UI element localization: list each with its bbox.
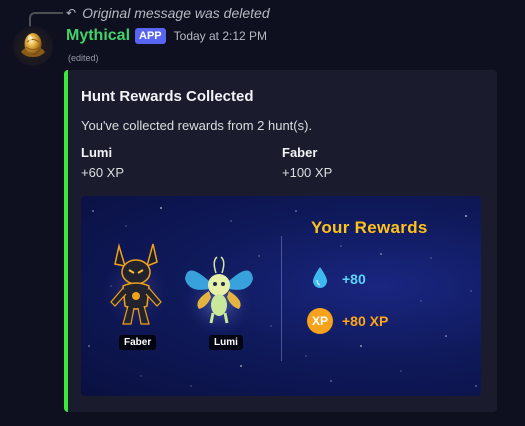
discord-message: ↶ Original message was deleted Mythical …: [0, 0, 525, 426]
message-header: Mythical APP Today at 2:12 PM: [66, 26, 267, 46]
reward-value: +80 XP: [342, 313, 389, 329]
reply-arrow-icon: ↶: [66, 6, 77, 20]
faber-creature-icon: [102, 243, 170, 328]
embed-title: Hunt Rewards Collected: [81, 88, 254, 105]
embed-description: You've collected rewards from 2 hunt(s).: [81, 118, 313, 133]
creature-label: Lumi: [209, 335, 243, 350]
reply-reference[interactable]: ↶ Original message was deleted: [66, 4, 270, 22]
edited-indicator: (edited): [68, 53, 99, 63]
field-name: Lumi: [81, 145, 113, 160]
creature-label: Faber: [119, 335, 157, 350]
reward-value: +80: [342, 271, 366, 287]
field-name: Faber: [282, 145, 318, 160]
embed-field: Lumi +60 XP: [81, 145, 124, 180]
username[interactable]: Mythical: [66, 27, 130, 45]
timestamp[interactable]: Today at 2:12 PM: [174, 29, 267, 43]
app-badge: APP: [135, 28, 166, 44]
image-divider: [281, 236, 282, 361]
reward-row: XP +80 XP: [307, 308, 388, 334]
xp-badge-icon: XP: [307, 308, 333, 334]
rewards-image[interactable]: Faber Lumi Your Rewards +80 XP +80 XP: [81, 196, 481, 396]
embed-field: Faber +100 XP: [282, 145, 332, 180]
reply-connector-line: [29, 12, 63, 27]
reply-text: Original message was deleted: [82, 5, 270, 21]
field-value: +60 XP: [81, 165, 125, 180]
avatar[interactable]: [13, 26, 53, 66]
water-drop-icon: [307, 266, 333, 292]
embed-accent-bar: [64, 70, 68, 412]
embed: Hunt Rewards Collected You've collected …: [64, 70, 497, 412]
golden-egg-icon: [21, 33, 45, 57]
reward-row: +80: [307, 266, 366, 292]
rewards-title: Your Rewards: [311, 218, 428, 237]
lumi-creature-icon: [183, 256, 255, 335]
field-value: +100 XP: [282, 165, 333, 180]
